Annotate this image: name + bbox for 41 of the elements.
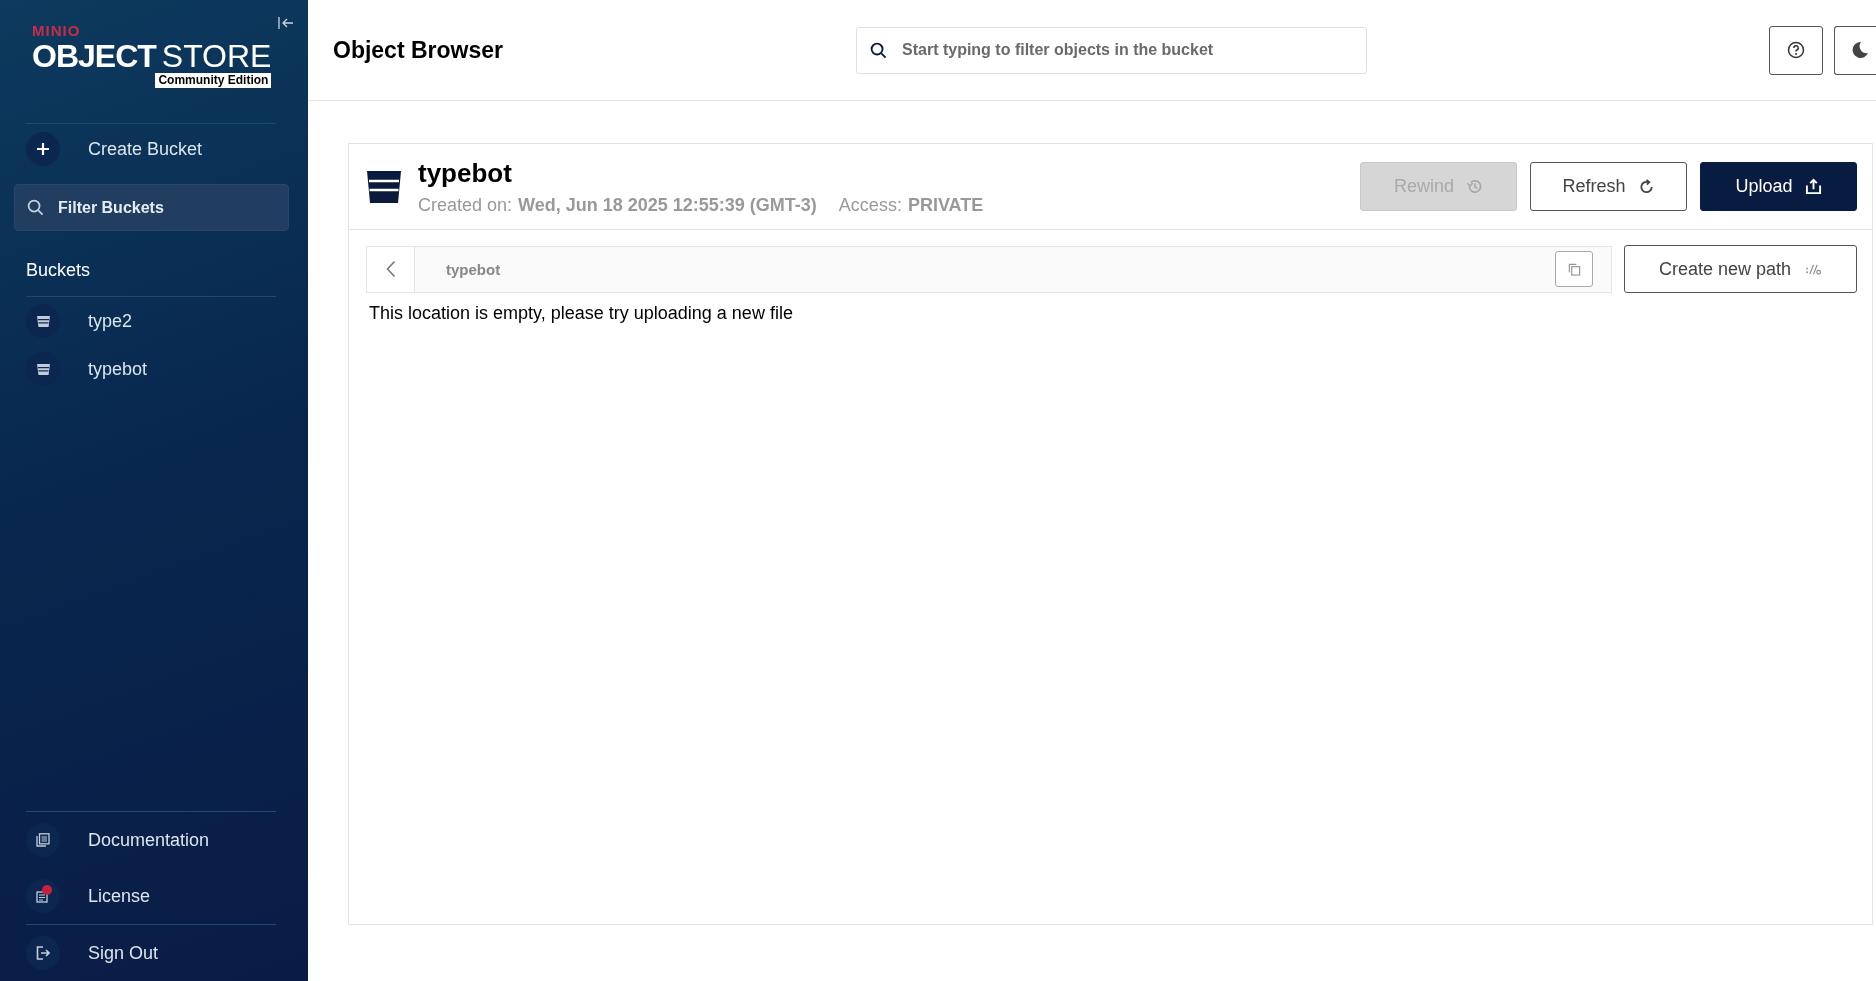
bucket-name: typebot — [418, 157, 513, 189]
chevron-left-icon — [385, 260, 396, 278]
help-button[interactable] — [1769, 25, 1823, 75]
license-document-icon — [36, 889, 50, 903]
upload-icon — [1804, 178, 1822, 195]
moon-icon — [1851, 41, 1869, 59]
copy-icon — [1567, 262, 1581, 276]
bucket-item[interactable]: typebot — [0, 345, 308, 393]
plus-icon — [26, 132, 60, 166]
help-icon — [1787, 41, 1805, 59]
history-icon — [1466, 178, 1483, 195]
edition-badge: Community Edition — [155, 73, 272, 88]
access-value: PRIVATE — [907, 194, 984, 215]
create-bucket-item[interactable]: Create Bucket — [0, 124, 308, 174]
bucket-icon — [366, 168, 402, 205]
refresh-button[interactable]: Refresh — [1530, 162, 1687, 211]
created-label: Created on: — [418, 194, 513, 215]
access-label: Access: — [838, 194, 902, 215]
dark-mode-button[interactable] — [1834, 25, 1876, 75]
filter-buckets-field[interactable]: Filter Buckets — [14, 184, 289, 231]
buckets-heading: Buckets — [25, 259, 92, 281]
object-search-field[interactable]: Start typing to filter objects in the bucket — [856, 26, 1367, 74]
bucket-icon — [26, 304, 60, 338]
bucket-item[interactable]: type2 — [0, 297, 308, 345]
created-date: Wed, Jun 18 2025 12:55:39 (GMT-3) — [518, 194, 817, 215]
upload-button[interactable]: Upload — [1700, 162, 1857, 211]
refresh-icon — [1637, 178, 1655, 195]
product-name-bold: OBJECT — [32, 38, 156, 74]
path-icon — [1805, 262, 1823, 276]
sign-out-icon — [36, 946, 50, 960]
sidebar-menu-item[interactable]: Sign Out — [0, 925, 308, 981]
product-name-light: STORE — [161, 38, 272, 74]
bucket-icon — [26, 352, 60, 386]
collapse-sidebar-icon[interactable] — [278, 16, 294, 30]
page-title: Object Browser — [333, 36, 504, 64]
documents-icon — [36, 833, 50, 847]
brand-logo-text: MINIO — [32, 22, 81, 39]
sidebar-menu-item[interactable]: Documentation — [0, 812, 308, 868]
create-new-path-button[interactable]: Create new path — [1624, 245, 1857, 293]
empty-message: This location is empty, please try uploading a new file — [369, 303, 794, 324]
sidebar-menu-item[interactable]: License — [0, 868, 308, 924]
